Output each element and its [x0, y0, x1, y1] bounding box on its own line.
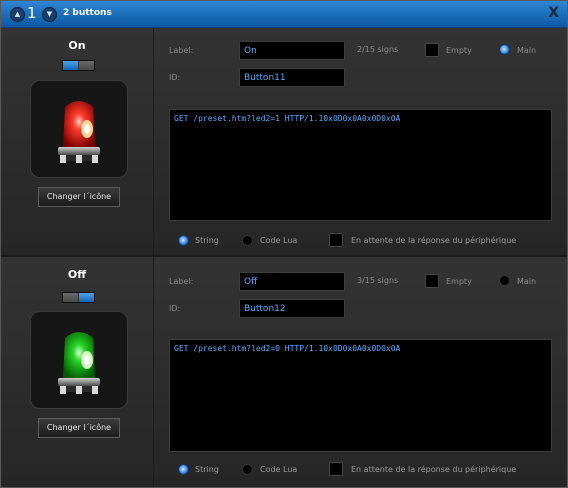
button-preview: On Changer l´icône	[1, 28, 154, 255]
button-preview: Off Changer l´icône	[1, 257, 154, 487]
label-caption: Label:	[169, 277, 194, 286]
button-icon-box[interactable]	[30, 80, 128, 178]
button-name: On	[68, 39, 86, 52]
chevron-up-icon[interactable]: ▲	[10, 7, 25, 22]
id-field[interactable]: Button11	[239, 68, 345, 87]
wait-response-label: En attente de la réponse du périphérique	[351, 236, 517, 245]
lua-label: Code Lua	[260, 236, 298, 245]
close-icon[interactable]: X	[548, 5, 559, 21]
label-caption: Label:	[169, 46, 194, 55]
button-panel-off: Off Changer l´icône Label: Off 3/15 sign…	[1, 257, 567, 487]
button-settings: Label: Off 3/15 signs Empty Main ID: But…	[154, 257, 567, 487]
id-field[interactable]: Button12	[239, 299, 345, 318]
empty-label: Empty	[446, 277, 472, 286]
string-label: String	[195, 236, 219, 245]
change-icon-button[interactable]: Changer l´icône	[38, 418, 120, 438]
lua-radio[interactable]	[242, 235, 253, 246]
button-icon-box[interactable]	[30, 311, 128, 409]
wait-response-label: En attente de la réponse du périphérique	[351, 465, 517, 474]
state-toggle[interactable]	[62, 60, 95, 71]
string-label: String	[195, 465, 219, 474]
wait-response-checkbox[interactable]	[329, 233, 343, 247]
empty-checkbox[interactable]	[425, 43, 439, 57]
green-beacon-icon	[58, 332, 100, 394]
lua-radio[interactable]	[242, 464, 253, 475]
red-beacon-icon	[58, 101, 100, 163]
signs-counter: 2/15 signs	[357, 45, 399, 54]
wait-response-checkbox[interactable]	[329, 462, 343, 476]
button-settings: Label: On 2/15 signs Empty Main ID: Butt…	[154, 28, 567, 255]
lua-label: Code Lua	[260, 465, 298, 474]
main-radio[interactable]	[499, 275, 510, 286]
command-textarea[interactable]: GET /preset.htm?led2=1 HTTP/1.10x0D0x0A0…	[169, 109, 552, 221]
label-field[interactable]: Off	[239, 272, 345, 291]
button-panel-on: On Changer l´icône Label: On 2/15 signs …	[1, 28, 567, 257]
chevron-down-icon[interactable]: ▼	[42, 7, 57, 22]
label-field[interactable]: On	[239, 41, 345, 60]
string-radio[interactable]	[178, 464, 189, 475]
empty-label: Empty	[446, 46, 472, 55]
dialog-title: 2 buttons	[63, 8, 112, 18]
change-icon-button[interactable]: Changer l´icône	[38, 187, 120, 207]
id-caption: ID:	[169, 73, 181, 82]
button-name: Off	[67, 268, 87, 281]
signs-counter: 3/15 signs	[357, 276, 399, 285]
title-bar: ▲ 1 ▼ 2 buttons X	[1, 1, 567, 28]
string-radio[interactable]	[178, 235, 189, 246]
button-count: 1	[27, 4, 37, 22]
state-toggle[interactable]	[62, 292, 95, 303]
main-label: Main	[517, 277, 537, 286]
dialog-window: ▲ 1 ▼ 2 buttons X On Changer l´icône Lab…	[0, 0, 568, 488]
main-label: Main	[517, 46, 537, 55]
main-radio[interactable]	[499, 44, 510, 55]
empty-checkbox[interactable]	[425, 274, 439, 288]
id-caption: ID:	[169, 304, 181, 313]
command-textarea[interactable]: GET /preset.htm?led2=0 HTTP/1.10x0D0x0A0…	[169, 339, 552, 452]
